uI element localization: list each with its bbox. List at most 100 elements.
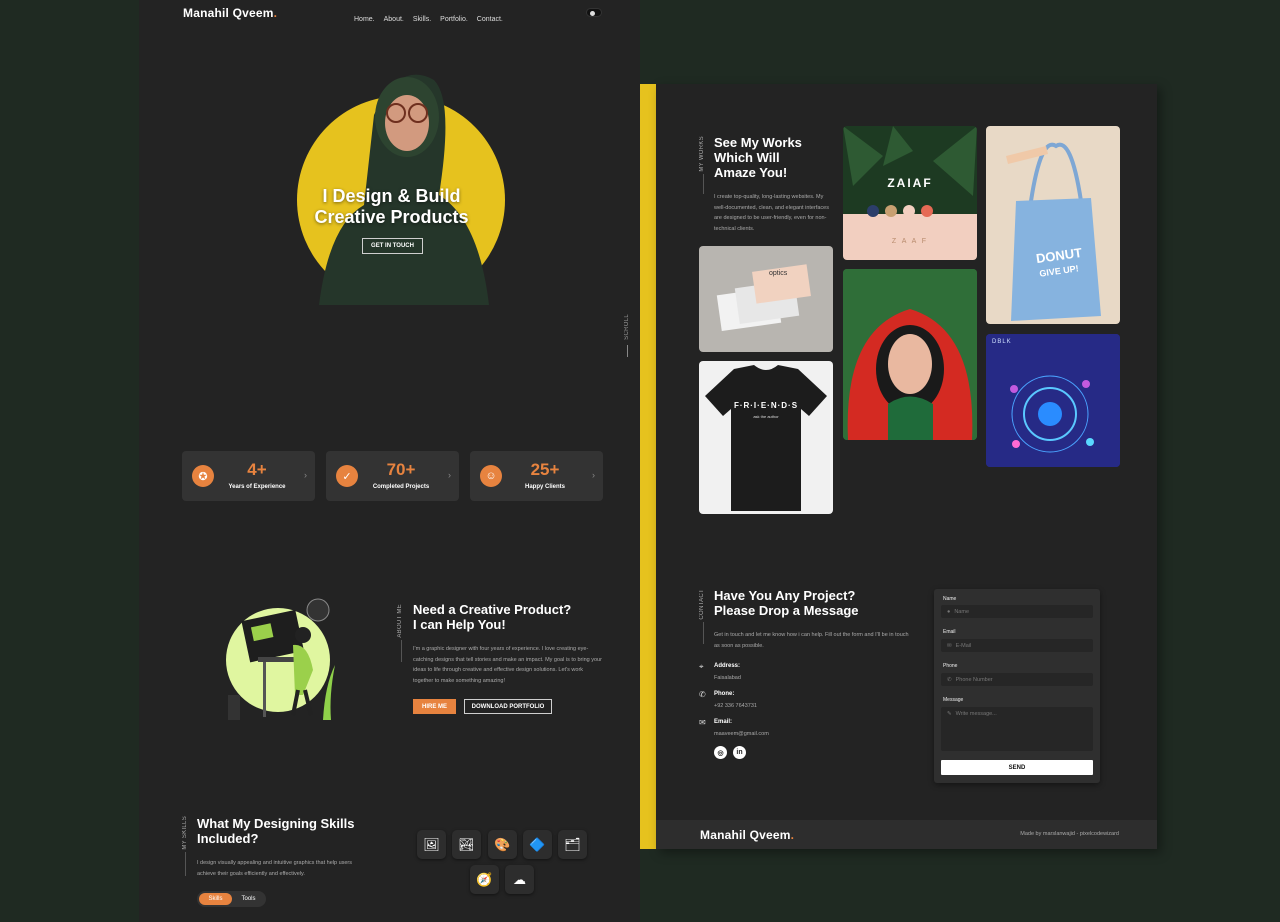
phone-input[interactable]: ✆ Phone Number bbox=[941, 673, 1093, 686]
stat-value: 25+ bbox=[530, 460, 560, 479]
message-label: Message bbox=[943, 697, 964, 703]
hero-title-line1: I Design & Build bbox=[322, 186, 461, 206]
location-icon: ⌖ bbox=[699, 662, 704, 671]
email-label: Email: bbox=[714, 719, 733, 725]
stat-value: 70+ bbox=[386, 460, 416, 479]
person-head bbox=[295, 627, 311, 643]
email-placeholder: E-Mail bbox=[955, 642, 972, 649]
portfolio-card-friends-tee[interactable]: F·R·I·E·N·D·S ask the author bbox=[699, 361, 833, 514]
phone-label: Phone: bbox=[714, 691, 735, 697]
phone-value[interactable]: +92 336 7643731 bbox=[714, 703, 757, 709]
email-input[interactable]: ✉ E-Mail bbox=[941, 639, 1093, 652]
about-illustration bbox=[226, 598, 335, 720]
tote-bag-artwork bbox=[1006, 142, 1101, 321]
bin bbox=[228, 695, 240, 720]
works-title: See My Works Which Will Amaze You! bbox=[714, 135, 834, 180]
stat-projects: ✓ 70+ Completed Projects › bbox=[326, 451, 459, 501]
design-icon[interactable]: 🔷 bbox=[523, 830, 552, 859]
tab-tools[interactable]: Tools bbox=[234, 893, 263, 905]
stat-value: 4+ bbox=[247, 460, 267, 479]
skills-text: I design visually appealing and intuitiv… bbox=[197, 860, 353, 877]
about-vlabel: ABOUT ME bbox=[397, 604, 403, 638]
site-logo[interactable]: Manahil Qveem. bbox=[183, 6, 277, 20]
email-value[interactable]: maaveem@gmail.com bbox=[714, 731, 769, 737]
about-divider bbox=[401, 640, 402, 662]
main-nav: Home. About. Skills. Portfolio. Contact. bbox=[354, 8, 512, 26]
name-label: Name bbox=[943, 596, 957, 602]
name-placeholder: Name bbox=[954, 608, 969, 615]
contact-title: Have You Any Project? Please Drop a Mess… bbox=[714, 588, 924, 618]
contact-vlabel: CONTACT bbox=[699, 589, 705, 620]
hero-title: I Design & Build Creative Products bbox=[289, 186, 494, 228]
about-title-line2: I can Help You! bbox=[413, 617, 506, 632]
envelope-icon: ✉ bbox=[947, 642, 952, 649]
works-text: I create top-quality, long-lasting websi… bbox=[714, 194, 829, 232]
hero-title-line2: Creative Products bbox=[314, 207, 469, 227]
theme-toggle[interactable] bbox=[586, 8, 602, 17]
desk-leg bbox=[263, 662, 266, 717]
mail-icon: ✉ bbox=[699, 718, 706, 727]
right-page: MY WORKS See My Works Which Will Amaze Y… bbox=[656, 84, 1157, 849]
works-title-line1: See My Works bbox=[714, 135, 802, 150]
clients-icon: ☺ bbox=[480, 465, 502, 487]
works-title-line2: Which Will bbox=[714, 150, 780, 165]
nav-portfolio[interactable]: Portfolio. bbox=[440, 16, 468, 23]
footer-logo[interactable]: Manahil Qveem. bbox=[700, 828, 794, 842]
message-textarea[interactable]: ✎ Write message... bbox=[941, 707, 1093, 751]
stat-label: Years of Experience bbox=[228, 484, 286, 490]
stat-clients: ☺ 25+ Happy Clients › bbox=[470, 451, 603, 501]
message-icon: ✎ bbox=[947, 711, 952, 717]
tab-skills[interactable]: Skills bbox=[199, 893, 232, 905]
footer-logo-text: Manahil Qveem bbox=[700, 828, 791, 842]
email-field-label: Email bbox=[943, 629, 956, 635]
name-input[interactable]: ● Name bbox=[941, 605, 1093, 618]
dribbble-icon[interactable]: ◎ bbox=[714, 746, 727, 759]
dblk-artwork bbox=[986, 334, 1120, 467]
nav-about[interactable]: About. bbox=[384, 16, 404, 23]
stat-label: Happy Clients bbox=[524, 484, 565, 490]
chevron-right-icon: › bbox=[592, 470, 595, 480]
contact-divider bbox=[703, 622, 704, 644]
contact-form: Name ● Name Email ✉ E-Mail Phone ✆ Phone Nu… bbox=[934, 589, 1100, 783]
portfolio-card-dblk[interactable]: DBLK bbox=[986, 334, 1120, 467]
nav-contact[interactable]: Contact. bbox=[477, 16, 503, 23]
download-portfolio-button[interactable]: DOWNLOAD PORTFOLIO bbox=[464, 699, 552, 714]
logo-text: Manahil Qveem bbox=[183, 6, 274, 20]
about-text: I'm a graphic designer with four years o… bbox=[413, 646, 602, 684]
creative-cloud-icon[interactable]: ☁ bbox=[505, 865, 534, 894]
nav-home[interactable]: Home. bbox=[354, 16, 375, 23]
layout-icon[interactable]: 🗂 bbox=[558, 830, 587, 859]
send-button[interactable]: SEND bbox=[941, 760, 1093, 775]
about-title: Need a Creative Product? I can Help You! bbox=[413, 602, 613, 632]
portfolio-card-red-hijab[interactable] bbox=[843, 269, 977, 440]
photo-icon[interactable]: 🖼 bbox=[417, 830, 446, 859]
phone-placeholder: Phone Number bbox=[955, 676, 993, 683]
chevron-right-icon: › bbox=[448, 470, 451, 480]
landscape-icon[interactable]: 🏞 bbox=[452, 830, 481, 859]
works-vlabel: MY WORKS bbox=[699, 136, 705, 172]
friends-text: F·R·I·E·N·D·S bbox=[733, 401, 799, 410]
logo-dot: . bbox=[273, 6, 278, 20]
footer-logo-dot: . bbox=[790, 828, 795, 842]
user-icon: ● bbox=[947, 608, 951, 615]
nav-skills[interactable]: Skills. bbox=[413, 16, 431, 23]
wall-clock bbox=[306, 598, 330, 622]
works-title-line3: Amaze You! bbox=[714, 165, 788, 180]
stat-experience: ✪ 4+ Years of Experience › bbox=[182, 451, 315, 501]
hire-me-button[interactable]: HIRE ME bbox=[413, 699, 456, 714]
portfolio-card-optics[interactable]: optics bbox=[699, 246, 833, 352]
scroll-label[interactable]: SCROLL bbox=[624, 314, 630, 340]
linkedin-icon[interactable]: in bbox=[733, 746, 746, 759]
red-hijab-artwork bbox=[843, 269, 977, 440]
brush-icon[interactable]: 🎨 bbox=[488, 830, 517, 859]
portfolio-card-zaiaf[interactable]: ZAIAF Z A A F bbox=[843, 126, 977, 260]
skills-title-line2: Included? bbox=[197, 831, 259, 846]
portfolio-card-donut-bag[interactable]: DONUT GIVE UP! bbox=[986, 126, 1120, 324]
face bbox=[385, 95, 429, 151]
address-label: Address: bbox=[714, 663, 741, 669]
compass-icon[interactable]: 🧭 bbox=[470, 865, 499, 894]
phone-field-label: Phone bbox=[943, 663, 958, 669]
skills-vlabel: MY SKILLS bbox=[182, 816, 188, 850]
contact-title-line2: Please Drop a Message bbox=[714, 603, 859, 618]
get-in-touch-button[interactable]: GET IN TOUCH bbox=[362, 238, 423, 254]
